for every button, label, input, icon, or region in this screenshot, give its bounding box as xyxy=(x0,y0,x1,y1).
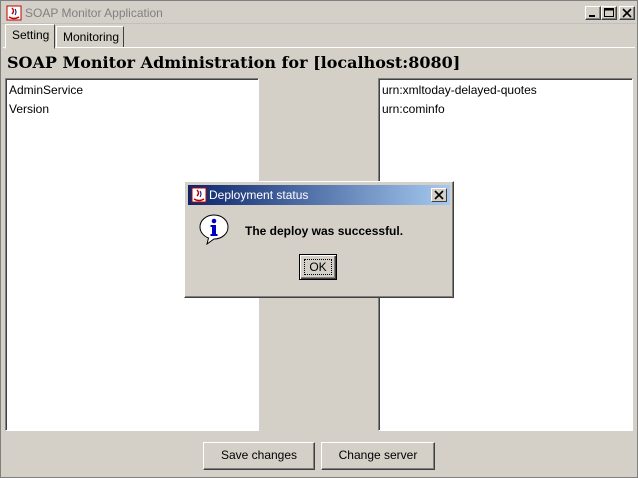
window-title: SOAP Monitor Application xyxy=(25,6,163,20)
minimize-button[interactable] xyxy=(585,6,601,20)
tab-setting[interactable]: Setting xyxy=(5,24,55,49)
close-icon xyxy=(434,190,444,200)
ok-button[interactable]: OK xyxy=(299,254,337,280)
list-item[interactable]: urn:xmltoday-delayed-quotes xyxy=(379,81,632,100)
dialog-close-button[interactable] xyxy=(431,188,447,202)
deployment-status-dialog: Deployment status The deploy was success… xyxy=(184,181,454,298)
list-item[interactable]: Version xyxy=(6,100,258,119)
maximize-button[interactable] xyxy=(601,6,617,20)
list-item[interactable]: urn:cominfo xyxy=(379,100,632,119)
info-icon xyxy=(198,213,230,246)
dialog-title: Deployment status xyxy=(209,188,309,202)
close-icon xyxy=(622,8,632,18)
window-titlebar[interactable]: SOAP Monitor Application xyxy=(2,2,636,24)
java-app-icon xyxy=(6,5,22,21)
java-app-icon xyxy=(191,187,207,203)
list-item[interactable]: AdminService xyxy=(6,81,258,100)
minimize-icon xyxy=(589,15,595,17)
dialog-message: The deploy was successful. xyxy=(245,224,404,238)
change-server-button[interactable]: Change server xyxy=(321,442,435,470)
ok-label: OK xyxy=(309,260,327,274)
tab-monitoring[interactable]: Monitoring xyxy=(56,26,124,48)
save-changes-button[interactable]: Save changes xyxy=(203,442,315,470)
maximize-icon xyxy=(604,8,614,17)
dialog-titlebar[interactable]: Deployment status xyxy=(188,185,450,205)
close-button[interactable] xyxy=(619,6,635,20)
page-title: SOAP Monitor Administration for [localho… xyxy=(7,53,461,72)
